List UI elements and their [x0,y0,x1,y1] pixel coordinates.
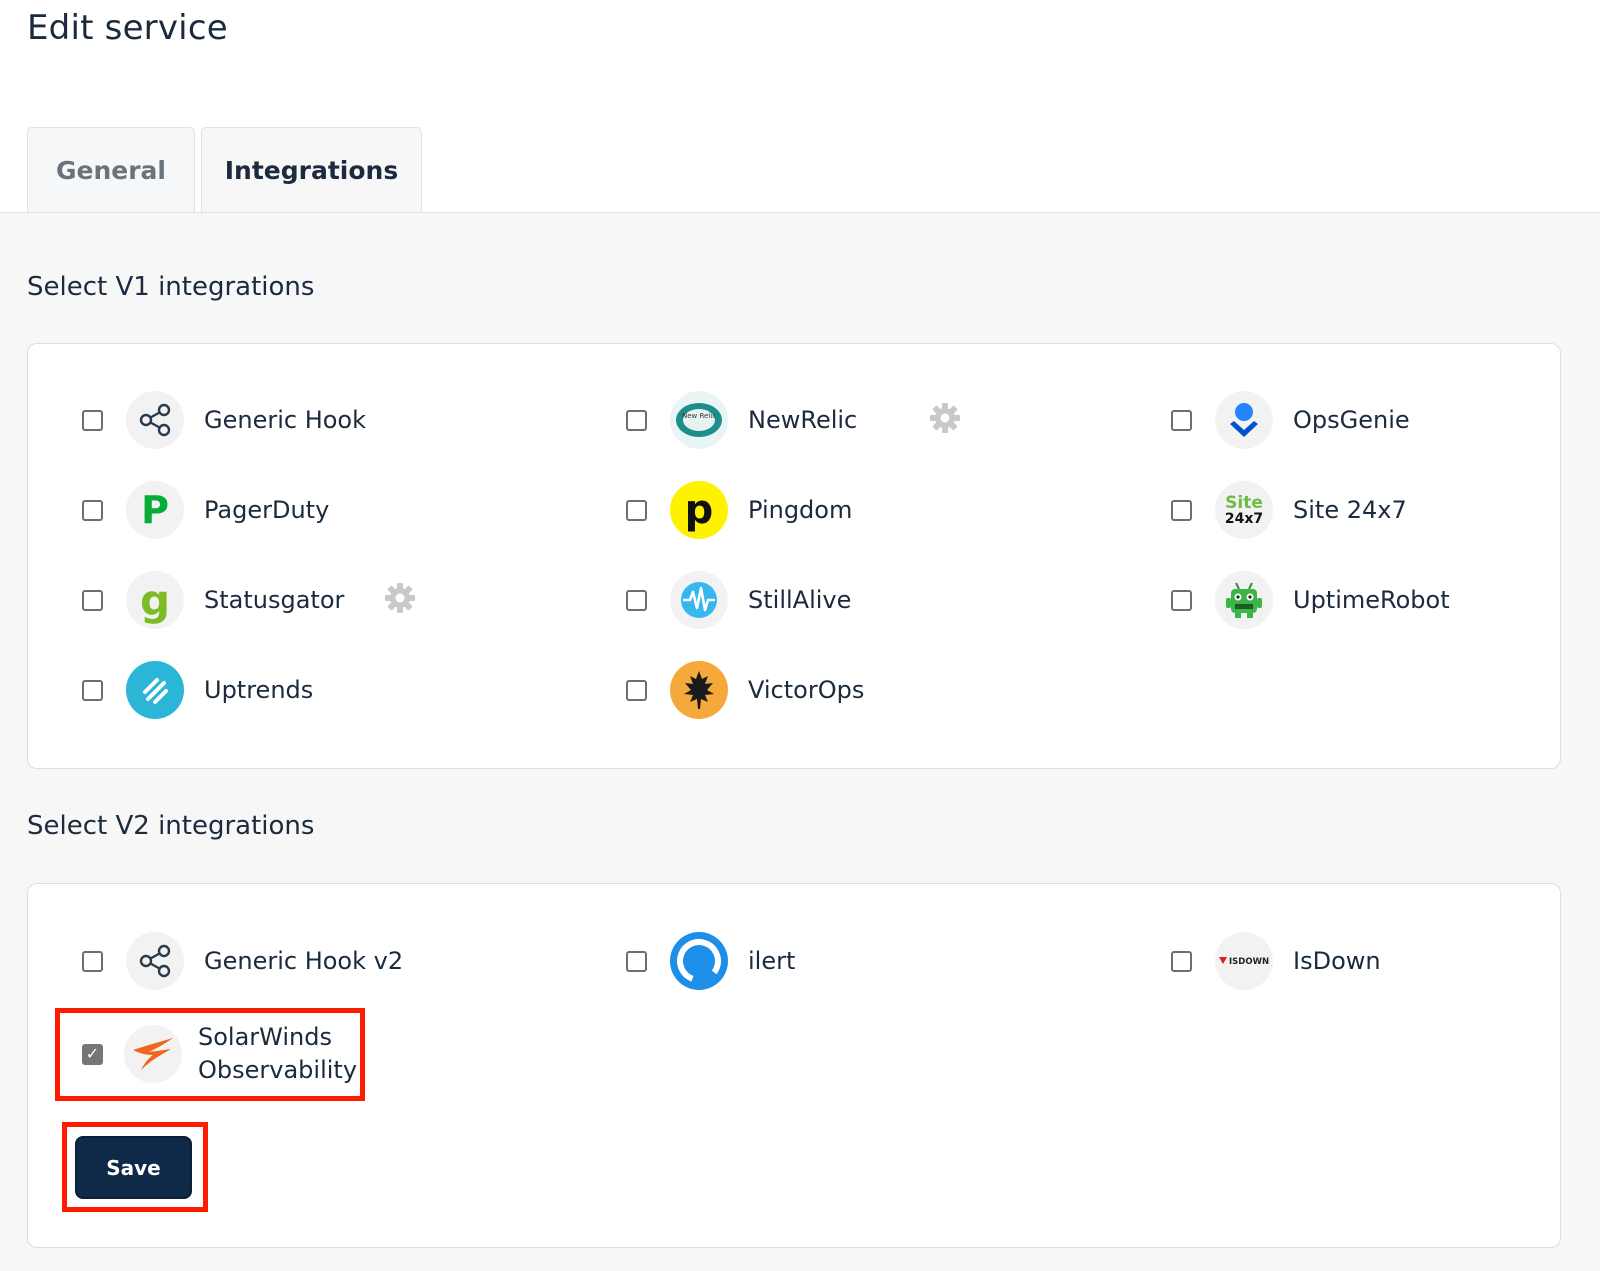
integration-label: OpsGenie [1293,406,1410,434]
integration-label: NewRelic [748,406,858,434]
ilert-logo-icon [670,932,728,990]
isdown-logo-text: ISDOWN [1229,957,1269,967]
solarwinds-checkbox[interactable]: ✓ [82,1043,103,1065]
share-icon [126,391,184,449]
tab-general[interactable]: General [27,127,195,213]
site24x7-logo-text: Site [1225,492,1263,513]
integration-label: StillAlive [748,586,852,614]
statusgator-logo-icon: g [126,571,184,629]
stillalive-checkbox[interactable] [626,589,647,611]
integration-statusgator[interactable]: g Statusgator [82,570,344,630]
integration-label: SolarWinds Observability [198,1023,358,1084]
pagerduty-checkbox[interactable] [82,499,103,521]
victorops-checkbox[interactable] [626,679,647,701]
integration-uptrends[interactable]: Uptrends [82,660,313,720]
integration-isdown[interactable]: ISDOWN IsDown [1171,931,1381,991]
tab-bar: General Integrations [0,127,1600,213]
generic-hook-checkbox[interactable] [82,409,103,431]
integration-label: Generic Hook v2 [204,947,404,975]
integration-generic-hook[interactable]: Generic Hook [82,390,366,450]
integration-generic-hook-v2[interactable]: Generic Hook v2 [82,931,403,991]
integration-label: Uptrends [204,676,314,704]
newrelic-checkbox[interactable] [626,409,647,431]
integration-label: Generic Hook [204,406,367,434]
tab-integrations[interactable]: Integrations [201,127,422,213]
integration-label: UptimeRobot [1293,586,1450,614]
isdown-checkbox[interactable] [1171,950,1192,972]
statusgator-checkbox[interactable] [82,589,103,611]
integration-opsgenie[interactable]: OpsGenie [1171,390,1410,450]
integration-label: ilert [748,947,796,975]
uptrends-checkbox[interactable] [82,679,103,701]
share-icon [126,932,184,990]
integration-victorops[interactable]: VictorOps [626,660,864,720]
pingdom-logo-icon: p [670,481,728,539]
integration-label: PagerDuty [204,496,330,524]
opsgenie-logo-icon [1215,391,1273,449]
integration-stillalive[interactable]: StillAlive [626,570,851,630]
page-title: Edit service [27,8,228,48]
integration-label: Site 24x7 [1293,496,1407,524]
integration-label: VictorOps [748,676,865,704]
integration-site24x7[interactable]: Site 24x7 Site 24x7 [1171,480,1407,540]
integration-newrelic[interactable]: New Relic NewRelic [626,390,857,450]
uptrends-logo-icon [126,661,184,719]
isdown-logo-icon: ISDOWN [1215,932,1273,990]
ilert-checkbox[interactable] [626,950,647,972]
pingdom-checkbox[interactable] [626,499,647,521]
v1-section-title: Select V1 integrations [27,272,315,302]
victorops-logo-icon [670,661,728,719]
stillalive-logo-icon [670,571,728,629]
statusgator-settings-gear-icon[interactable] [384,582,416,614]
integration-label: IsDown [1293,947,1381,975]
site24x7-checkbox[interactable] [1171,499,1192,521]
v2-section-title: Select V2 integrations [27,811,315,841]
site24x7-logo-icon: Site 24x7 [1215,481,1273,539]
site24x7-logo-subtext: 24x7 [1224,510,1264,527]
integration-pagerduty[interactable]: P PagerDuty [82,480,329,540]
uptimerobot-logo-icon [1215,571,1273,629]
opsgenie-checkbox[interactable] [1171,409,1192,431]
solarwinds-logo-icon [124,1025,182,1083]
uptimerobot-checkbox[interactable] [1171,589,1192,611]
generic-hook-v2-checkbox[interactable] [82,950,103,972]
newrelic-logo-icon: New Relic [670,391,728,449]
integration-solarwinds[interactable]: ✓ SolarWinds Observability [82,1021,368,1087]
integration-uptimerobot[interactable]: UptimeRobot [1171,570,1450,630]
pagerduty-logo-icon: P [126,481,184,539]
newrelic-logo-text: New Relic [682,412,716,420]
newrelic-settings-gear-icon[interactable] [929,402,961,434]
integration-label: Pingdom [748,496,853,524]
integration-ilert[interactable]: ilert [626,931,795,991]
integration-pingdom[interactable]: p Pingdom [626,480,852,540]
integration-label: Statusgator [204,586,345,614]
save-button[interactable]: Save [75,1136,192,1199]
